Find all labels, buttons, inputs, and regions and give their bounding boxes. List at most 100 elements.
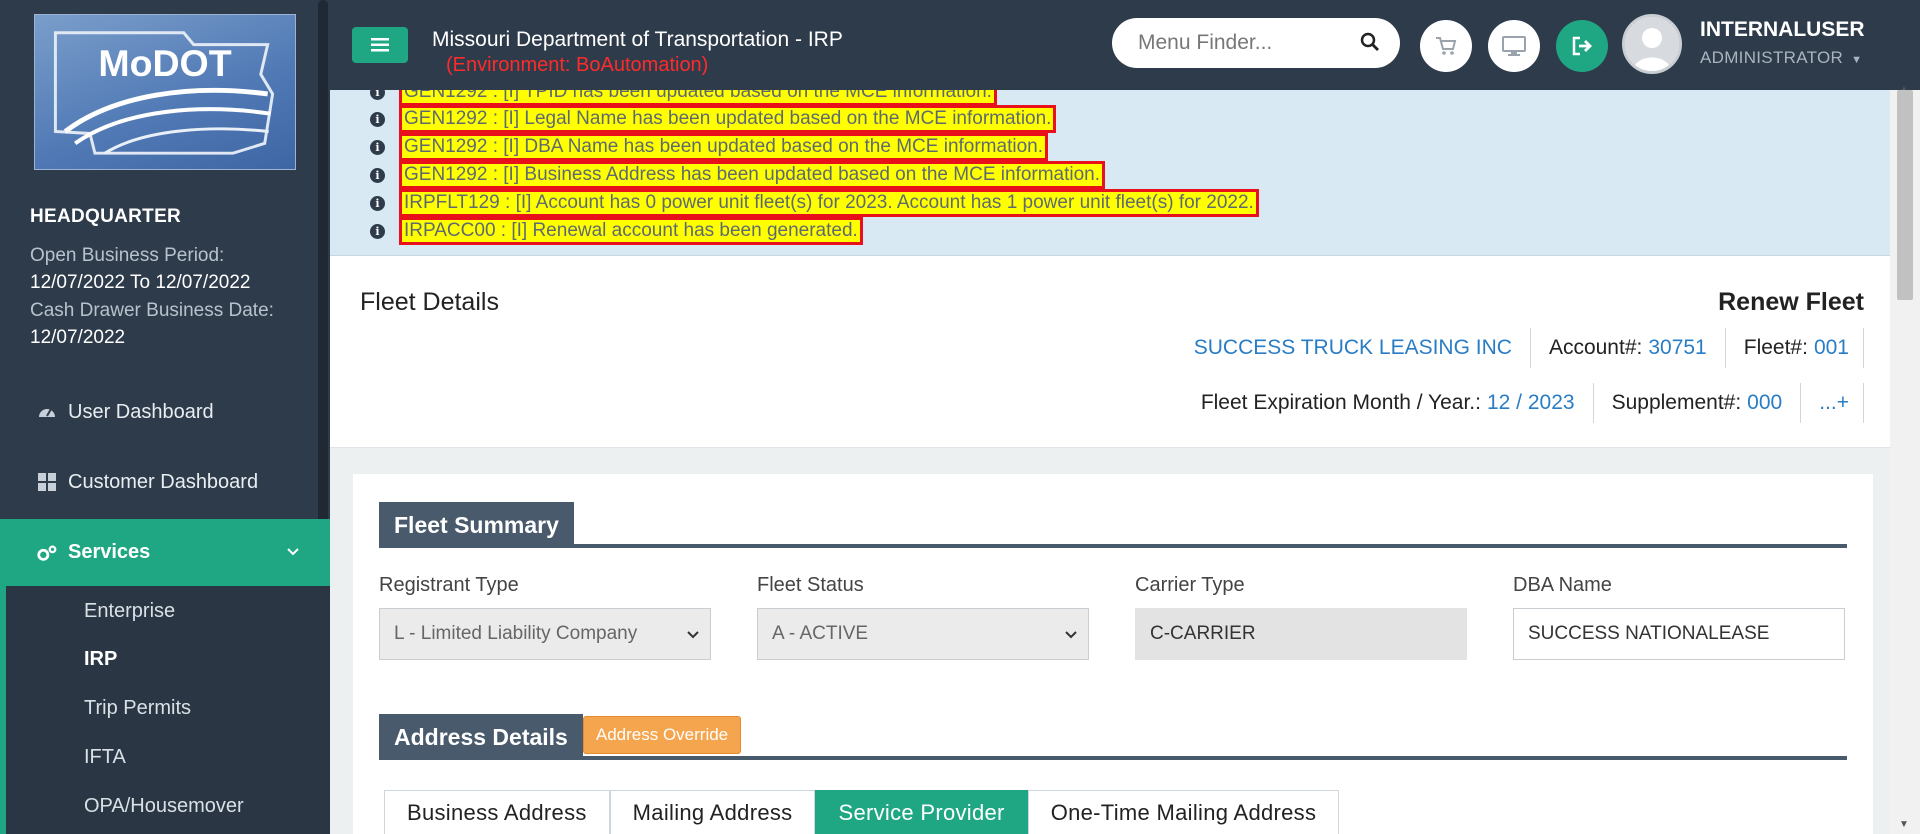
message-item: i IRPACC00 : [I] Renewal account has bee… (370, 217, 863, 245)
carrier-type-label: Carrier Type (1135, 574, 1245, 596)
submenu-enterprise[interactable]: Enterprise (84, 600, 175, 623)
nav-customer-dashboard-label: Customer Dashboard (68, 470, 259, 493)
submenu-opa-housemover[interactable]: OPA/Housemover (84, 795, 244, 818)
desktop-button[interactable] (1488, 20, 1540, 72)
registrant-type-select[interactable]: L - Limited Liability Company (379, 608, 711, 660)
dba-name-field[interactable]: SUCCESS NATIONALEASE (1513, 608, 1845, 660)
account-number-link[interactable]: 30751 (1648, 336, 1706, 360)
fleet-status-select[interactable]: A - ACTIVE (757, 608, 1089, 660)
cart-icon (1436, 37, 1457, 55)
supplement-label: Supplement#: (1611, 391, 1742, 414)
fleet-cell: Fleet#: 001 (1726, 328, 1864, 368)
message-item: i GEN1292 : [I] Legal Name has been upda… (370, 105, 1057, 133)
page-title: Fleet Details (360, 288, 499, 316)
search-icon[interactable] (1360, 32, 1380, 57)
tab-mailing-address[interactable]: Mailing Address (609, 790, 816, 834)
more-cell: ...+ (1801, 383, 1864, 423)
account-cell: Account#: 30751 (1531, 328, 1726, 368)
account-label: Account#: (1548, 336, 1643, 359)
scrollbar-thumb[interactable] (1897, 90, 1913, 300)
message-text: GEN1292 : [I] Legal Name has been update… (399, 105, 1057, 133)
message-text: IRPFLT129 : [I] Account has 0 power unit… (399, 189, 1259, 217)
expiration-value: 12 / 2023 (1486, 391, 1575, 414)
scroll-down-icon[interactable]: ▼ (1899, 819, 1909, 830)
environment-label: (Environment: BoAutomation) (446, 54, 709, 76)
message-item: i GEN1292 : [I] TPID has been updated ba… (370, 90, 997, 106)
services-submenu: Enterprise IRP Trip Permits IFTA OPA/Hou… (0, 586, 330, 834)
tab-business-address[interactable]: Business Address (384, 790, 610, 834)
fleet-status-label: Fleet Status (757, 574, 864, 596)
sidebar: MoDOT HEADQUARTER Open Business Period: … (0, 0, 330, 834)
chevron-down-icon (286, 544, 300, 562)
chevron-down-icon (1064, 624, 1078, 646)
fleet-summary-header: Fleet Summary (379, 502, 1847, 548)
fleet-label: Fleet#: (1743, 336, 1808, 359)
fleet-number-link[interactable]: 001 (1814, 336, 1849, 360)
user-avatar-icon (1625, 17, 1679, 71)
message-text: GEN1292 : [I] DBA Name has been updated … (399, 133, 1048, 161)
office-name: HEADQUARTER (30, 206, 182, 227)
message-item: i GEN1292 : [I] Business Address has bee… (370, 161, 1106, 189)
sign-out-icon (1572, 36, 1592, 56)
open-period-value: 12/07/2022 To 12/07/2022 (30, 272, 251, 293)
registrant-type-label: Registrant Type (379, 574, 519, 596)
action-title: Renew Fleet (1718, 288, 1864, 316)
info-icon: i (370, 111, 385, 127)
supplement-cell: Supplement#: 000 (1594, 383, 1802, 423)
fleet-info-row-2: Fleet Expiration Month / Year.: 12 / 202… (1201, 383, 1864, 423)
more-details-link[interactable]: ...+ (1819, 391, 1849, 415)
info-icon: i (370, 167, 385, 183)
modot-logo[interactable]: MoDOT (34, 14, 296, 170)
fleet-details-panel: Fleet Details Renew Fleet SUCCESS TRUCK … (330, 256, 1890, 448)
tab-one-time-mailing-address[interactable]: One-Time Mailing Address (1027, 790, 1340, 834)
modot-logo-graphic: MoDOT (53, 31, 275, 155)
user-role-label: ADMINISTRATOR (1700, 48, 1844, 67)
top-header: Missouri Department of Transportation - … (330, 0, 1920, 90)
fleet-status-value: A - ACTIVE (772, 623, 869, 644)
carrier-type-field: C-CARRIER (1135, 608, 1467, 660)
fleet-info-row: SUCCESS TRUCK LEASING INC Account#: 3075… (1194, 328, 1864, 368)
info-icon: i (370, 139, 385, 155)
address-details-title: Address Details (379, 714, 583, 760)
submenu-ifta[interactable]: IFTA (84, 746, 126, 769)
address-override-button[interactable]: Address Override (583, 716, 741, 754)
registrant-type-value: L - Limited Liability Company (394, 623, 638, 644)
menu-toggle-button[interactable] (352, 27, 408, 63)
expiration-label: Fleet Expiration Month / Year.: (1200, 391, 1481, 414)
avatar[interactable] (1622, 14, 1682, 74)
app-title: Missouri Department of Transportation - … (432, 28, 843, 51)
message-item: i GEN1292 : [I] DBA Name has been update… (370, 133, 1048, 161)
logout-button[interactable] (1556, 20, 1608, 72)
message-text: GEN1292 : [I] TPID has been updated base… (399, 90, 997, 106)
carrier-type-value: C-CARRIER (1150, 623, 1256, 644)
cash-drawer-label: Cash Drawer Business Date: (30, 300, 274, 321)
dashboard-icon (36, 401, 58, 423)
expiration-cell: Fleet Expiration Month / Year.: 12 / 202… (1201, 383, 1594, 423)
submenu-irp[interactable]: IRP (84, 648, 117, 671)
company-name-cell: SUCCESS TRUCK LEASING INC (1194, 328, 1531, 368)
message-item: i IRPFLT129 : [I] Account has 0 power un… (370, 189, 1259, 217)
supplement-value: 000 (1747, 391, 1783, 414)
fleet-summary-title: Fleet Summary (379, 502, 574, 548)
submenu-trip-permits[interactable]: Trip Permits (84, 697, 191, 720)
dba-name-label: DBA Name (1513, 574, 1612, 596)
menu-finder-input[interactable] (1138, 30, 1358, 56)
user-role[interactable]: ADMINISTRATOR ▼ (1700, 48, 1862, 68)
nav-user-dashboard[interactable]: User Dashboard (0, 380, 330, 444)
message-text: IRPACC00 : [I] Renewal account has been … (399, 217, 863, 245)
user-name[interactable]: INTERNALUSER (1700, 18, 1865, 42)
address-tabs: Business Address Mailing Address Service… (384, 790, 1340, 834)
chevron-down-icon (686, 624, 700, 646)
company-name-link[interactable]: SUCCESS TRUCK LEASING INC (1194, 336, 1512, 360)
cart-button[interactable] (1420, 20, 1472, 72)
page-scrollbar[interactable]: ▲ ▼ (1890, 84, 1920, 834)
open-period-label: Open Business Period: (30, 245, 225, 266)
nav-customer-dashboard[interactable]: Customer Dashboard (0, 450, 330, 514)
menu-finder (1112, 18, 1400, 68)
nav-services[interactable]: Services (0, 519, 330, 586)
info-icon: i (370, 195, 385, 211)
fleet-form-card: Fleet Summary Registrant Type L - Limite… (353, 474, 1873, 834)
tab-service-provider[interactable]: Service Provider (815, 790, 1028, 834)
info-icon: i (370, 223, 385, 239)
dba-name-value: SUCCESS NATIONALEASE (1528, 623, 1770, 644)
